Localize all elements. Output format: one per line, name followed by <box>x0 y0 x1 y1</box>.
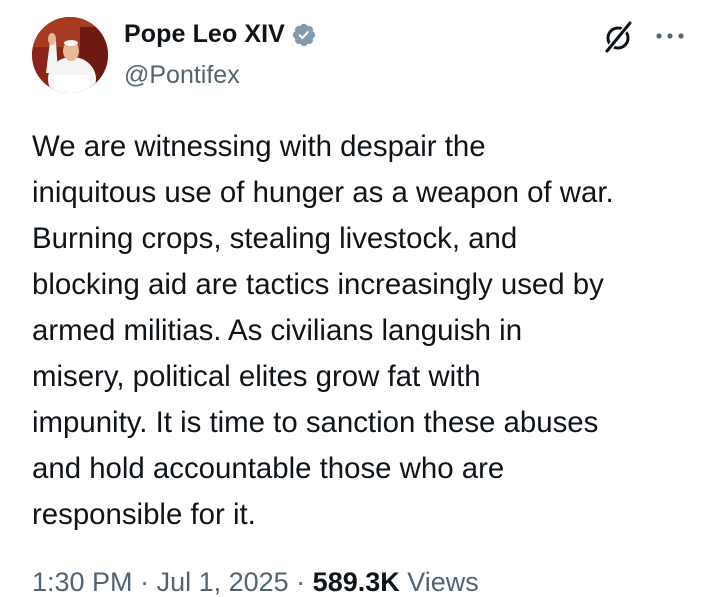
tweet-text-line: iniquitous use of hunger as a weapon of … <box>32 176 614 209</box>
author-name-row: Pope Leo XIV <box>124 20 317 49</box>
tweet-text-line: impunity. It is time to sanction these a… <box>32 406 599 439</box>
tweet-card: Pope Leo XIV @Pontifex We are witnessing… <box>0 0 720 597</box>
tweet-text-line: responsible for it. <box>32 498 256 531</box>
tweet-text-line: and hold accountable those who are <box>32 452 505 485</box>
meta-separator: · <box>288 567 313 597</box>
tweet-text: We are witnessing with despair the iniqu… <box>32 124 692 538</box>
author-handle[interactable]: @Pontifex <box>124 61 240 90</box>
avatar[interactable] <box>32 17 108 93</box>
tweet-text-line: We are witnessing with despair the <box>32 130 486 163</box>
tweet-text-line: Burning crops, stealing livestock, and <box>32 222 518 255</box>
tweet-text-line: misery, political elites grow fat with <box>32 360 481 393</box>
more-options-icon[interactable] <box>654 30 686 42</box>
tweet-time[interactable]: 1:30 PM <box>32 567 133 597</box>
meta-separator: · <box>132 567 157 597</box>
tweet-text-line: blocking aid are tactics increasingly us… <box>32 268 604 301</box>
tweet-text-line: armed militias. As civilians languish in <box>32 314 523 347</box>
views-count[interactable]: 589.3K <box>313 567 400 597</box>
views-label[interactable]: Views <box>407 567 479 597</box>
tweet-date[interactable]: Jul 1, 2025 <box>157 567 289 597</box>
tweet-meta: 1:30 PM · Jul 1, 2025 · 589.3K Views <box>32 567 479 597</box>
verified-badge-icon[interactable] <box>291 22 317 48</box>
grok-icon[interactable] <box>603 20 635 54</box>
author-display-name[interactable]: Pope Leo XIV <box>124 20 285 49</box>
avatar-image <box>32 17 108 93</box>
